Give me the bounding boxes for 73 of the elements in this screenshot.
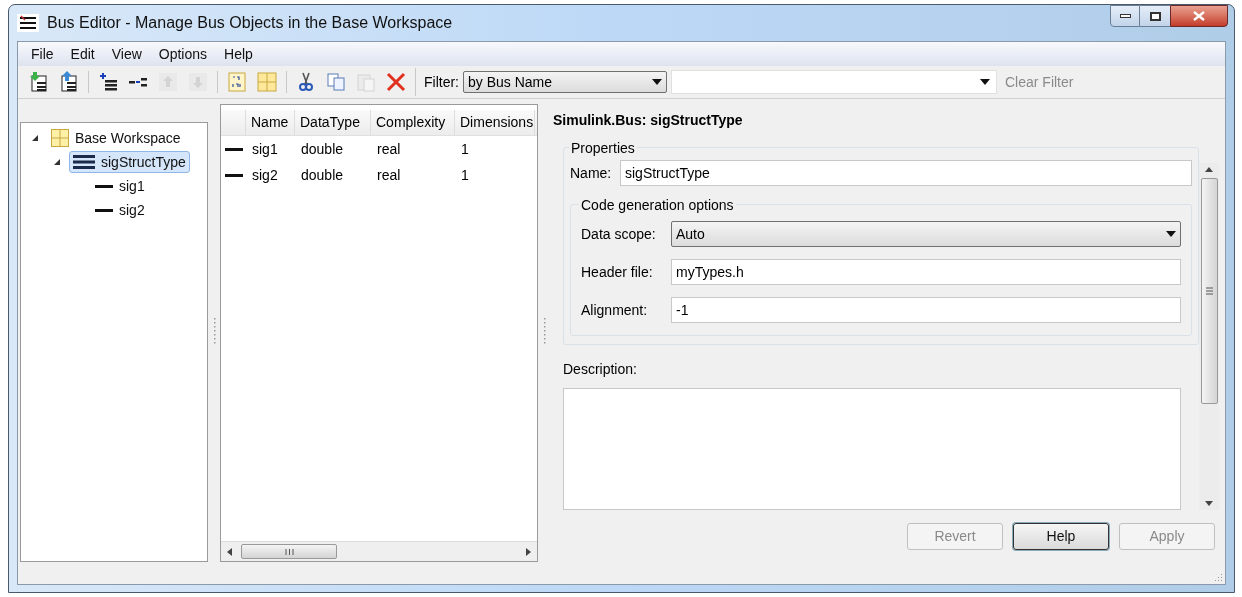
menu-item[interactable]: File — [24, 43, 61, 65]
caret-icon — [1166, 231, 1176, 237]
resize-grip-icon[interactable] — [1213, 572, 1223, 582]
splitter-grip-icon[interactable] — [542, 317, 546, 346]
field-label: Data scope: — [581, 224, 657, 244]
binary-icon[interactable] — [226, 71, 248, 93]
table-cell-text: double — [300, 139, 345, 159]
signal-icon — [224, 147, 243, 151]
app-icon — [17, 14, 39, 32]
group-title: Properties — [569, 139, 637, 159]
table-cell-text: real — [376, 165, 402, 185]
table-cell-text: sig1 — [251, 139, 279, 159]
maximize-button[interactable] — [1140, 5, 1170, 27]
import-icon[interactable] — [28, 71, 50, 93]
horizontal-scrollbar[interactable] — [221, 541, 537, 561]
name-field[interactable]: sigStructType — [620, 160, 1192, 186]
filter-text-field[interactable] — [671, 70, 997, 94]
tree-item[interactable]: sigStructType — [69, 151, 190, 173]
column-header[interactable]: Dimensions — [455, 110, 535, 135]
close-icon — [1193, 11, 1205, 21]
vertical-scrollbar[interactable] — [1199, 163, 1219, 510]
minimize-button[interactable] — [1110, 5, 1140, 27]
export-icon[interactable] — [58, 71, 80, 93]
delete-icon[interactable] — [385, 71, 407, 93]
description-field[interactable] — [563, 388, 1181, 510]
copy-icon[interactable] — [325, 71, 347, 93]
field-label: Alignment: — [581, 300, 649, 320]
right-arrow-icon[interactable] — [525, 547, 531, 556]
add-bus-icon[interactable] — [97, 71, 119, 93]
signal-icon — [224, 173, 243, 177]
data-scope-dropdown[interactable]: Auto — [671, 221, 1181, 247]
scrollbar-thumb[interactable] — [1200, 178, 1218, 404]
alignment-field[interactable]: -1 — [671, 297, 1181, 323]
caret-icon — [980, 79, 990, 85]
caret-icon — [652, 79, 662, 85]
splitter-grip-icon[interactable] — [212, 317, 216, 346]
workspace-icon — [51, 129, 69, 147]
bus-icon — [73, 155, 95, 169]
up-arrow-icon[interactable] — [1205, 167, 1213, 172]
signal-icon — [95, 208, 113, 212]
expanded-arrow-icon[interactable] — [53, 158, 61, 166]
menu-item[interactable]: View — [104, 43, 149, 65]
filter-dropdown[interactable]: by Bus Name — [463, 71, 667, 93]
signal-icon — [95, 184, 113, 188]
menu-item[interactable]: Edit — [63, 43, 102, 65]
menu-item[interactable]: Help — [217, 43, 260, 65]
grip-icon — [1205, 287, 1213, 295]
down-arrow-icon[interactable] — [1205, 501, 1213, 506]
column-header[interactable]: DataType — [295, 110, 371, 135]
table-cell-text: double — [300, 165, 345, 185]
header-file-field[interactable]: myTypes.h — [671, 259, 1181, 285]
left-arrow-icon[interactable] — [227, 547, 233, 556]
column-header[interactable]: Complexity — [371, 110, 455, 135]
expanded-arrow-icon[interactable] — [31, 134, 39, 142]
field-label: Name: — [570, 163, 613, 183]
menu-item[interactable]: Options — [151, 43, 215, 65]
close-button[interactable] — [1170, 5, 1228, 27]
table-cell-text: real — [376, 139, 402, 159]
tree-item[interactable]: sig1 — [91, 175, 149, 197]
tree-item[interactable]: Base Workspace — [47, 127, 185, 149]
scrollbar-thumb[interactable] — [241, 544, 337, 559]
table-cell-text: sig2 — [251, 165, 279, 185]
field-label: Description: — [563, 360, 638, 379]
table-cell-text: 1 — [460, 139, 470, 159]
object-heading: Simulink.Bus: sigStructType — [553, 111, 744, 130]
filter-label: Filter: — [424, 72, 459, 92]
dialog-button[interactable]: Help — [1013, 522, 1109, 550]
table-cell-text: 1 — [460, 165, 470, 185]
window-title: Bus Editor - Manage Bus Objects in the Base Workspace — [47, 13, 453, 33]
field-label: Header file: — [581, 262, 654, 282]
tree-item[interactable]: sig2 — [91, 199, 149, 221]
column-header[interactable]: Name — [246, 110, 295, 135]
grip-icon — [284, 548, 294, 555]
